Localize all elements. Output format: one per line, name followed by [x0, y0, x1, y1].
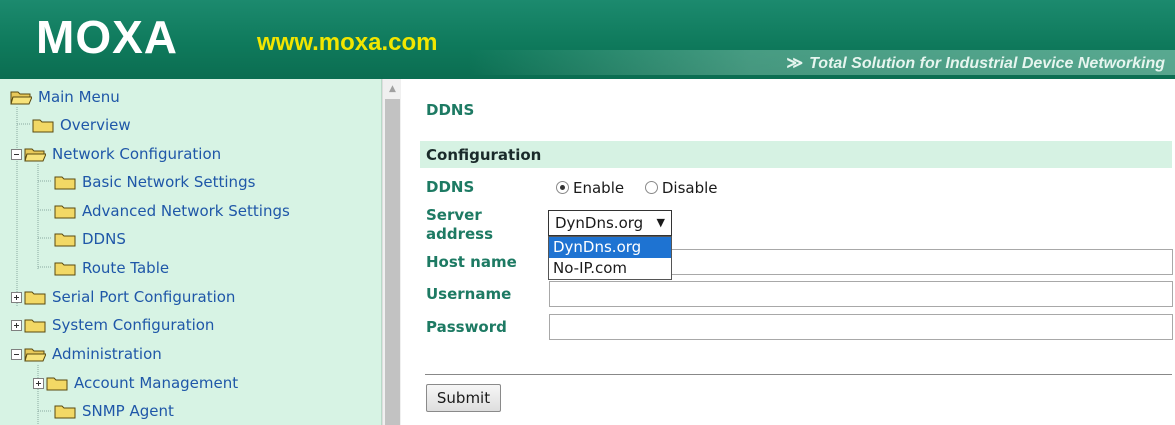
folder-icon — [24, 319, 46, 332]
host-name-label: Host name — [426, 253, 517, 271]
folder-open-icon — [24, 148, 46, 161]
sidebar-item-main-menu[interactable]: Main Menu — [10, 86, 120, 108]
ddns-label: DDNS — [426, 178, 475, 196]
submit-button[interactable]: Submit — [426, 384, 501, 412]
username-label: Username — [426, 285, 512, 303]
double-chevron-icon: ≫ — [786, 55, 804, 72]
sidebar-item-account-management[interactable]: Account Management — [33, 372, 238, 394]
expand-icon[interactable] — [11, 319, 22, 331]
folder-icon — [46, 377, 68, 390]
sidebar-item-serial-port-configuration[interactable]: Serial Port Configuration — [11, 286, 235, 308]
scroll-up-arrow-icon[interactable]: ▲ — [383, 83, 402, 95]
password-input[interactable] — [549, 314, 1173, 340]
expand-icon[interactable] — [33, 377, 44, 389]
server-address-selected-value: DynDns.org — [555, 214, 644, 232]
sidebar-item-label: System Configuration — [52, 316, 215, 334]
enable-radio-label[interactable]: Enable — [573, 179, 624, 197]
sidebar-item-label: DDNS — [82, 230, 126, 248]
sidebar-item-label: Advanced Network Settings — [82, 202, 290, 220]
sidebar-item-label: SNMP Agent — [82, 402, 174, 420]
collapse-icon[interactable] — [11, 348, 22, 360]
sidebar-item-label: Route Table — [82, 259, 170, 277]
header-banner: MOXA www.moxa.com ≫ Total Solution for In… — [0, 0, 1175, 79]
page-title: DDNS — [426, 101, 475, 119]
sidebar-menu: Main Menu Overview Network Configuration… — [0, 79, 382, 425]
sidebar-item-label: Basic Network Settings — [82, 173, 256, 191]
main-content: DDNS Configuration DDNS Enable Disable S… — [401, 79, 1175, 425]
section-title: Configuration — [426, 146, 542, 164]
folder-icon — [54, 233, 76, 246]
sidebar-scrollbar[interactable]: ▲ — [382, 79, 401, 425]
server-address-label-line1: Server — [426, 206, 482, 224]
sidebar-item-label: Main Menu — [38, 88, 120, 106]
folder-icon — [54, 205, 76, 218]
folder-icon — [54, 262, 76, 275]
moxa-url: www.moxa.com — [257, 29, 438, 56]
scrollbar-thumb[interactable] — [385, 99, 400, 425]
enable-radio[interactable] — [556, 181, 569, 194]
folder-open-icon — [24, 348, 46, 361]
sidebar-item-network-configuration[interactable]: Network Configuration — [11, 143, 221, 165]
server-address-dropdown: DynDns.org No-IP.com — [548, 236, 672, 280]
form-divider — [425, 374, 1172, 375]
tagline-text: Total Solution for Industrial Device Net… — [809, 55, 1165, 72]
password-label: Password — [426, 318, 507, 336]
disable-radio-label[interactable]: Disable — [662, 179, 718, 197]
sidebar-item-route-table[interactable]: Route Table — [54, 257, 169, 279]
username-input[interactable] — [549, 281, 1173, 307]
server-address-select[interactable]: DynDns.org ▼ — [548, 210, 672, 236]
sidebar-item-ddns[interactable]: DDNS — [54, 228, 126, 250]
expand-icon[interactable] — [11, 291, 22, 303]
sidebar-item-advanced-network-settings[interactable]: Advanced Network Settings — [54, 200, 290, 222]
ddns-radio-group: Enable Disable — [556, 179, 718, 197]
disable-radio[interactable] — [644, 181, 658, 194]
folder-open-icon — [10, 91, 32, 104]
dropdown-option-noip[interactable]: No-IP.com — [549, 258, 671, 279]
folder-icon — [32, 119, 54, 132]
folder-icon — [24, 291, 46, 304]
server-address-label-line2: address — [426, 225, 494, 243]
sidebar-item-label: Network Configuration — [52, 145, 222, 163]
sidebar-item-label: Serial Port Configuration — [52, 288, 236, 306]
sidebar-item-overview[interactable]: Overview — [32, 114, 131, 136]
sidebar-item-label: Administration — [52, 345, 162, 363]
moxa-logo: MOXA — [36, 11, 178, 63]
sidebar-item-basic-network-settings[interactable]: Basic Network Settings — [54, 171, 255, 193]
sidebar-item-snmp-agent[interactable]: SNMP Agent — [54, 400, 174, 422]
folder-icon — [54, 176, 76, 189]
folder-icon — [54, 405, 76, 418]
dropdown-arrow-icon: ▼ — [656, 216, 665, 229]
sidebar-item-system-configuration[interactable]: System Configuration — [11, 314, 214, 336]
collapse-icon[interactable] — [11, 148, 22, 160]
server-address-label: Server address — [426, 206, 493, 244]
tagline: ≫ Total Solution for Industrial Device Ne… — [786, 53, 1165, 73]
sidebar-item-administration[interactable]: Administration — [11, 343, 162, 365]
sidebar-item-label: Account Management — [74, 374, 239, 392]
dropdown-option-dyndns[interactable]: DynDns.org — [549, 237, 671, 258]
sidebar-item-label: Overview — [60, 116, 131, 134]
section-header: Configuration — [420, 141, 1172, 168]
